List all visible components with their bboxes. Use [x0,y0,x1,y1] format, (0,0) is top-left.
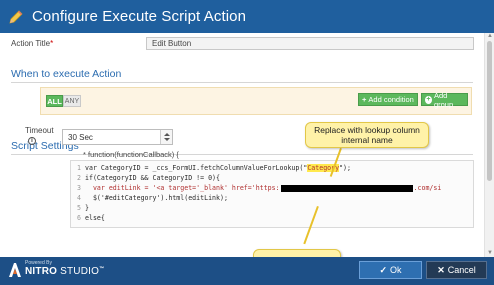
info-circle-icon[interactable]: i [28,137,36,145]
cancel-label: Cancel [447,265,476,275]
close-icon: ✕ [437,264,445,275]
brand-text: NITRO [25,266,58,277]
cancel-button[interactable]: ✕ Cancel [426,261,487,279]
required-marker: * [50,39,54,48]
code-text: if(CategoryID && CategoryID != 0){ [85,174,220,182]
check-icon: ✓ [379,264,388,275]
vertical-scrollbar[interactable]: ▲ ▼ [484,33,494,257]
code-text: } [85,204,89,212]
line-number: 2 [77,174,81,182]
edit-link-callout: Edit form link [253,249,341,257]
line-number: 5 [77,204,81,212]
timeout-spinner[interactable] [160,130,172,144]
scroll-thumb[interactable] [487,41,492,181]
code-line: 1 var CategoryID = _ccs_FormUI.fetchColum… [71,163,473,173]
code-text: $('#editCategory').html(editLink); [85,194,228,202]
brand-name: NITRO STUDIO™ [25,266,104,277]
action-title-input[interactable]: Edit Button [146,37,474,50]
code-text: else{ [85,214,105,222]
nitro-logo-icon [8,262,22,278]
code-editor[interactable]: 1 var CategoryID = _ccs_FormUI.fetchColum… [70,160,474,228]
timeout-value: 30 Sec [68,132,93,142]
redaction-bar [280,184,413,192]
code-line: 4 $('#editCategory').html(editLink); [71,193,473,203]
caret-down-icon[interactable] [164,138,170,141]
code-text: var editLink = '<a target='_blank' href=… [85,184,280,192]
section-divider [11,154,473,155]
add-condition-label: Add condition [368,95,414,104]
caret-up-icon[interactable] [164,133,170,136]
code-text: "); [339,164,351,172]
plus-circle-icon: + [425,95,432,104]
section-divider [11,82,473,83]
scroll-up-icon[interactable]: ▲ [486,33,494,40]
timeout-input[interactable]: 30 Sec [62,129,173,145]
when-section-title: When to execute Action [11,68,122,80]
line-number: 6 [77,214,81,222]
dialog-footer: Powered By NITRO STUDIO™ ✓ Ok ✕ Cancel [0,257,494,285]
brand-suffix: STUDIO [60,266,100,277]
ok-button[interactable]: ✓ Ok [359,261,422,279]
function-signature: * function(functionCallback) { [83,150,179,159]
ok-label: Ok [390,265,402,275]
scroll-down-icon[interactable]: ▼ [486,250,494,257]
timeout-label: Timeout [25,126,54,135]
line-number: 4 [77,194,81,202]
line-number: 3 [77,184,81,192]
action-title-label-text: Action Title [11,39,51,48]
add-group-label: Add group [433,90,454,109]
dialog-title: Configure Execute Script Action [32,8,247,25]
code-line: 6 else{ [71,213,473,223]
condition-panel: ALL ANY + Add condition + Add group [40,87,472,115]
trademark: ™ [99,266,105,272]
lookup-note-callout: Replace with lookup column internal name [305,122,429,148]
add-group-button[interactable]: + Add group [421,90,468,109]
action-title-label: Action Title* [11,39,53,48]
match-all-toggle[interactable]: ALL [46,95,63,107]
add-condition-button[interactable]: + Add condition [358,93,418,106]
pencil-icon [8,9,24,25]
code-text: var CategoryID = _ccs_FormUI.fetchColumn… [85,164,308,172]
dialog-content: Action Title* Edit Button When to execut… [0,33,484,257]
code-line: 2 if(CategoryID && CategoryID != 0){ [71,173,473,183]
plus-icon: + [362,95,367,104]
code-line: 3 var editLink = '<a target='_blank' hre… [71,183,473,193]
code-text: .com/si [413,184,442,192]
dialog-titlebar: Configure Execute Script Action [0,0,494,33]
line-number: 1 [77,164,81,172]
code-line: 5} [71,203,473,213]
match-any-toggle[interactable]: ANY [63,95,81,107]
